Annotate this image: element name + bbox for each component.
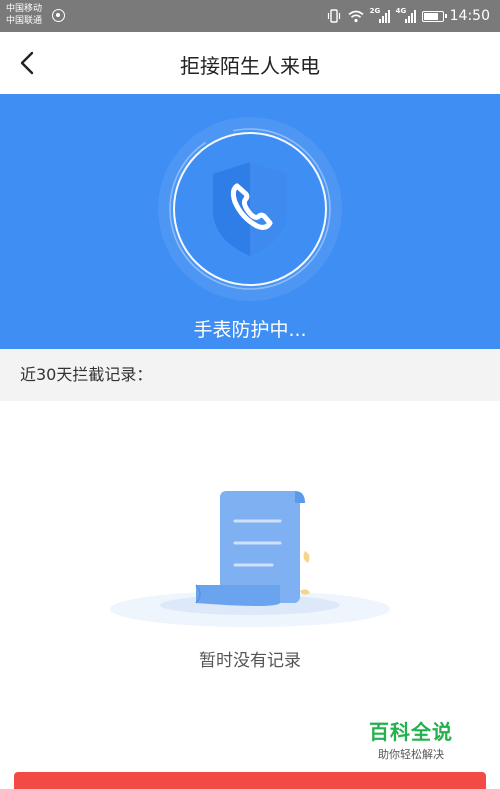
shield-phone-icon <box>158 117 342 301</box>
vibrate-icon <box>327 9 340 23</box>
carrier-2: 中国联通 <box>6 16 43 26</box>
empty-message: 暂时没有记录 <box>199 651 301 671</box>
page-title: 拒接陌生人来电 <box>180 54 320 78</box>
battery-icon <box>421 10 447 22</box>
bottom-action-button[interactable] <box>14 772 486 789</box>
carrier-labels: 中国移动 中国联通 <box>6 3 42 27</box>
network-type-2: 4G <box>395 7 407 15</box>
watermark-title: 百科全说 <box>369 720 453 744</box>
signal-icon-2: 4G <box>395 7 416 23</box>
protection-banner: 手表防护中... <box>0 94 500 349</box>
nav-bar: 拒接陌生人来电 <box>0 32 500 94</box>
network-type-1: 2G <box>369 7 381 15</box>
watermark-logo: 百科全说 助你轻松解决 <box>352 708 470 770</box>
notification-icon <box>52 9 65 22</box>
signal-icon-1: 2G <box>369 7 390 23</box>
empty-state: 暂时没有记录 <box>0 401 500 761</box>
records-header: 近30天拦截记录： <box>0 349 500 401</box>
protection-status: 手表防护中... <box>193 319 307 341</box>
status-time: 14:50 <box>449 8 490 24</box>
status-icons: 2G 4G 14:50 <box>326 0 490 32</box>
watermark-subtitle: 助你轻松解决 <box>378 748 444 761</box>
carrier-1: 中国移动 <box>6 4 43 14</box>
wifi-icon <box>348 10 364 22</box>
status-bar: 中国移动 中国联通 2G 4G 14:50 <box>0 0 500 32</box>
document-scroll-icon <box>110 491 390 627</box>
